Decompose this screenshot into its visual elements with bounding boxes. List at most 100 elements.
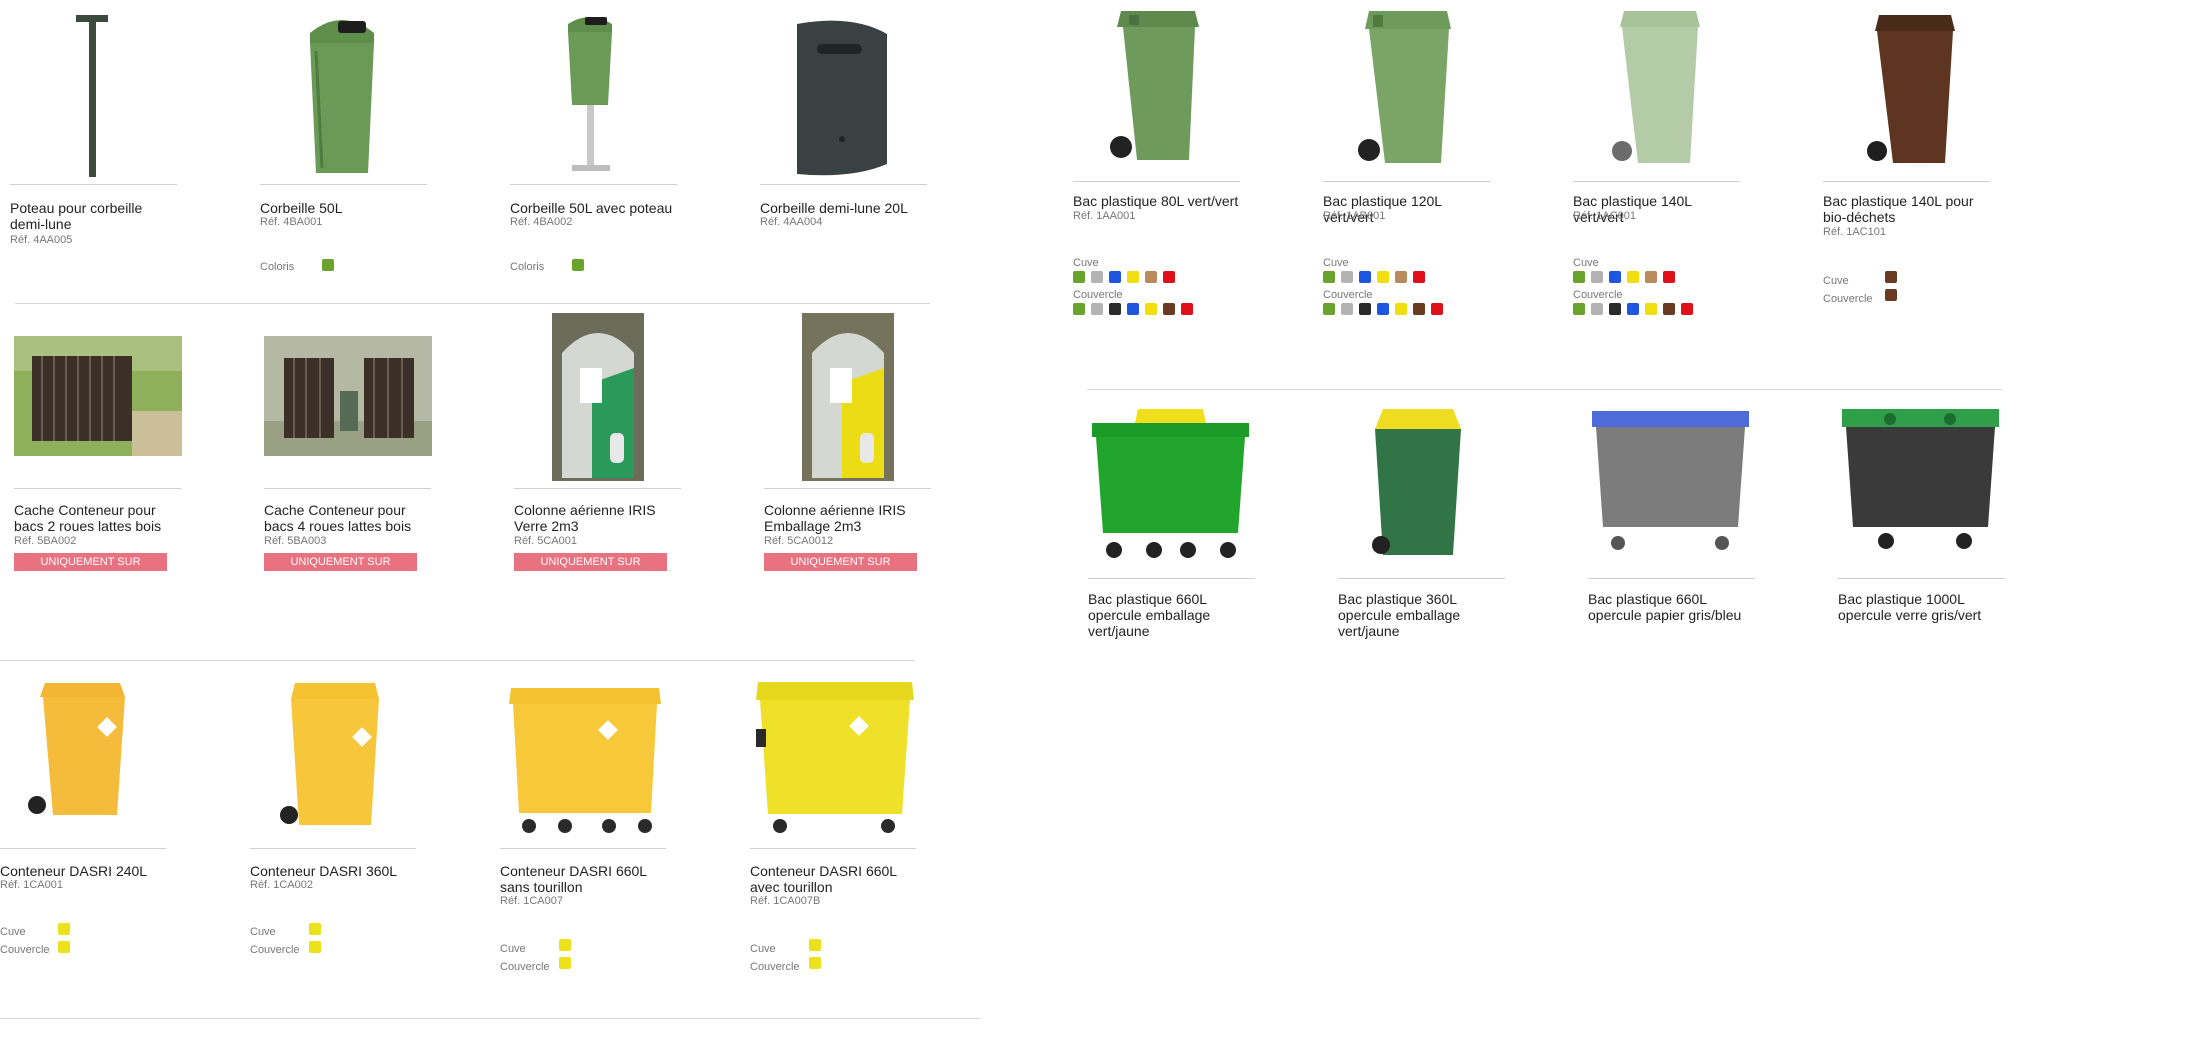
- color-swatch-yellow[interactable]: [58, 941, 70, 953]
- product-image[interactable]: [292, 13, 392, 178]
- color-swatch-yellow[interactable]: [809, 957, 821, 969]
- color-swatch-yellow[interactable]: [1395, 303, 1407, 315]
- product-card[interactable]: Conteneur DASRI 660L sans tourillon Réf.…: [500, 670, 670, 980]
- product-title[interactable]: Poteau pour corbeille demi-lune: [10, 200, 170, 232]
- color-swatch-green[interactable]: [1323, 303, 1335, 315]
- product-title[interactable]: Bac plastique 80L vert/vert: [1073, 193, 1238, 209]
- color-swatch-yellow[interactable]: [559, 939, 571, 951]
- color-swatch-black[interactable]: [1109, 303, 1121, 315]
- product-image[interactable]: [550, 10, 630, 180]
- product-card[interactable]: Bac plastique 1000L opercule verre gris/…: [1838, 400, 2008, 640]
- product-title[interactable]: Bac plastique 1000L opercule verre gris/…: [1838, 591, 2008, 623]
- product-title[interactable]: Bac plastique 660L opercule papier gris/…: [1588, 591, 1758, 623]
- color-swatch-blue[interactable]: [1377, 303, 1389, 315]
- product-card[interactable]: Cache Conteneur pour bacs 4 roues lattes…: [264, 313, 434, 586]
- color-swatch-blue[interactable]: [1127, 303, 1139, 315]
- color-swatch-brown[interactable]: [1413, 303, 1425, 315]
- product-card[interactable]: Conteneur DASRI 240L Réf. 1CA001 Cuve Co…: [0, 670, 170, 960]
- color-swatch-yellow[interactable]: [1645, 303, 1657, 315]
- product-card[interactable]: Bac plastique 120L vert/vert Réf. 1AB001…: [1323, 5, 1493, 325]
- color-swatch-yellow[interactable]: [1127, 271, 1139, 283]
- product-card[interactable]: Bac plastique 660L opercule emballage ve…: [1088, 400, 1258, 640]
- product-image[interactable]: [552, 313, 644, 481]
- color-swatch-green[interactable]: [1073, 271, 1085, 283]
- product-image[interactable]: [1863, 5, 1963, 170]
- color-swatch-green[interactable]: [1323, 271, 1335, 283]
- color-swatch-blue[interactable]: [1109, 271, 1121, 283]
- color-swatch-red[interactable]: [1413, 271, 1425, 283]
- color-swatch-yellow[interactable]: [1145, 303, 1157, 315]
- product-title[interactable]: Bac plastique 360L opercule emballage ve…: [1338, 591, 1508, 639]
- color-swatch-green[interactable]: [1573, 271, 1585, 283]
- color-swatch-brown[interactable]: [1885, 271, 1897, 283]
- color-swatch-red[interactable]: [1663, 271, 1675, 283]
- product-image[interactable]: [1838, 405, 2003, 560]
- color-swatch-tan[interactable]: [1645, 271, 1657, 283]
- color-swatch-black[interactable]: [1359, 303, 1371, 315]
- product-image[interactable]: [1351, 5, 1466, 170]
- color-swatch-red[interactable]: [1431, 303, 1443, 315]
- color-swatch-gray[interactable]: [1091, 271, 1103, 283]
- color-swatch-green[interactable]: [572, 259, 584, 271]
- product-card[interactable]: Conteneur DASRI 360L Réf. 1CA002 Cuve Co…: [250, 670, 420, 960]
- product-title[interactable]: Colonne aérienne IRIS Verre 2m3: [514, 502, 684, 534]
- color-swatch-brown[interactable]: [1663, 303, 1675, 315]
- product-card[interactable]: Bac plastique 360L opercule emballage ve…: [1338, 400, 1508, 640]
- color-swatch-gray[interactable]: [1591, 271, 1603, 283]
- product-image[interactable]: [1088, 405, 1253, 565]
- color-swatch-brown[interactable]: [1163, 303, 1175, 315]
- product-card[interactable]: Bac plastique 80L vert/vert Réf. 1AA001 …: [1073, 5, 1243, 325]
- color-swatch-tan[interactable]: [1145, 271, 1157, 283]
- product-card[interactable]: Corbeille demi-lune 20L Réf. 4AA004: [760, 8, 930, 248]
- product-title[interactable]: Conteneur DASRI 240L: [0, 863, 147, 879]
- color-swatch-brown[interactable]: [1885, 289, 1897, 301]
- product-image[interactable]: [60, 11, 130, 181]
- product-title[interactable]: Corbeille demi-lune 20L: [760, 200, 908, 216]
- product-title[interactable]: Bac plastique 660L opercule emballage ve…: [1088, 591, 1258, 639]
- color-swatch-green[interactable]: [1573, 303, 1585, 315]
- color-swatch-red[interactable]: [1681, 303, 1693, 315]
- product-image[interactable]: [1103, 5, 1213, 170]
- color-swatch-gray[interactable]: [1341, 271, 1353, 283]
- color-swatch-green[interactable]: [1073, 303, 1085, 315]
- color-swatch-red[interactable]: [1163, 271, 1175, 283]
- product-image[interactable]: [752, 674, 917, 839]
- product-title[interactable]: Bac plastique 140L pour bio-déchets: [1823, 193, 1993, 225]
- color-swatch-yellow[interactable]: [1627, 271, 1639, 283]
- color-swatch-blue[interactable]: [1359, 271, 1371, 283]
- color-swatch-blue[interactable]: [1609, 271, 1621, 283]
- color-swatch-blue[interactable]: [1627, 303, 1639, 315]
- product-image[interactable]: [505, 678, 665, 838]
- product-card[interactable]: Bac plastique 660L opercule papier gris/…: [1588, 400, 1758, 640]
- product-title[interactable]: Colonne aérienne IRIS Emballage 2m3: [764, 502, 934, 534]
- color-swatch-yellow[interactable]: [1377, 271, 1389, 283]
- product-card[interactable]: Colonne aérienne IRIS Verre 2m3 Réf. 5CA…: [514, 313, 684, 586]
- product-image[interactable]: [275, 675, 395, 835]
- color-swatch-yellow[interactable]: [58, 923, 70, 935]
- product-card[interactable]: Colonne aérienne IRIS Emballage 2m3 Réf.…: [764, 313, 934, 586]
- product-title[interactable]: Conteneur DASRI 360L: [250, 863, 397, 879]
- product-card[interactable]: Corbeille 50L avec poteau Réf. 4BA002 Co…: [510, 8, 680, 273]
- color-swatch-red[interactable]: [1181, 303, 1193, 315]
- product-image[interactable]: [1608, 5, 1708, 170]
- color-swatch-yellow[interactable]: [309, 923, 321, 935]
- color-swatch-yellow[interactable]: [809, 939, 821, 951]
- product-image[interactable]: [1588, 405, 1753, 560]
- product-card[interactable]: Corbeille 50L Réf. 4BA001 Coloris: [260, 8, 430, 273]
- product-title[interactable]: Conteneur DASRI 660L sans tourillon: [500, 863, 670, 895]
- color-swatch-gray[interactable]: [1591, 303, 1603, 315]
- color-swatch-gray[interactable]: [1091, 303, 1103, 315]
- color-swatch-black[interactable]: [1609, 303, 1621, 315]
- product-title[interactable]: Cache Conteneur pour bacs 4 roues lattes…: [264, 502, 434, 534]
- color-swatch-tan[interactable]: [1395, 271, 1407, 283]
- product-image[interactable]: [25, 675, 140, 825]
- product-image[interactable]: [802, 313, 894, 481]
- product-title[interactable]: Cache Conteneur pour bacs 2 roues lattes…: [14, 502, 184, 534]
- color-swatch-yellow[interactable]: [559, 957, 571, 969]
- product-image[interactable]: [14, 336, 182, 456]
- product-card[interactable]: Bac plastique 140L pour bio-déchets Réf.…: [1823, 5, 1993, 325]
- product-card[interactable]: Poteau pour corbeille demi-lune Réf. 4AA…: [10, 8, 180, 248]
- product-card[interactable]: Bac plastique 140L vert/vert Réf. 1AC001…: [1573, 5, 1743, 325]
- product-image[interactable]: [1353, 405, 1483, 565]
- product-title[interactable]: Corbeille 50L: [260, 200, 343, 216]
